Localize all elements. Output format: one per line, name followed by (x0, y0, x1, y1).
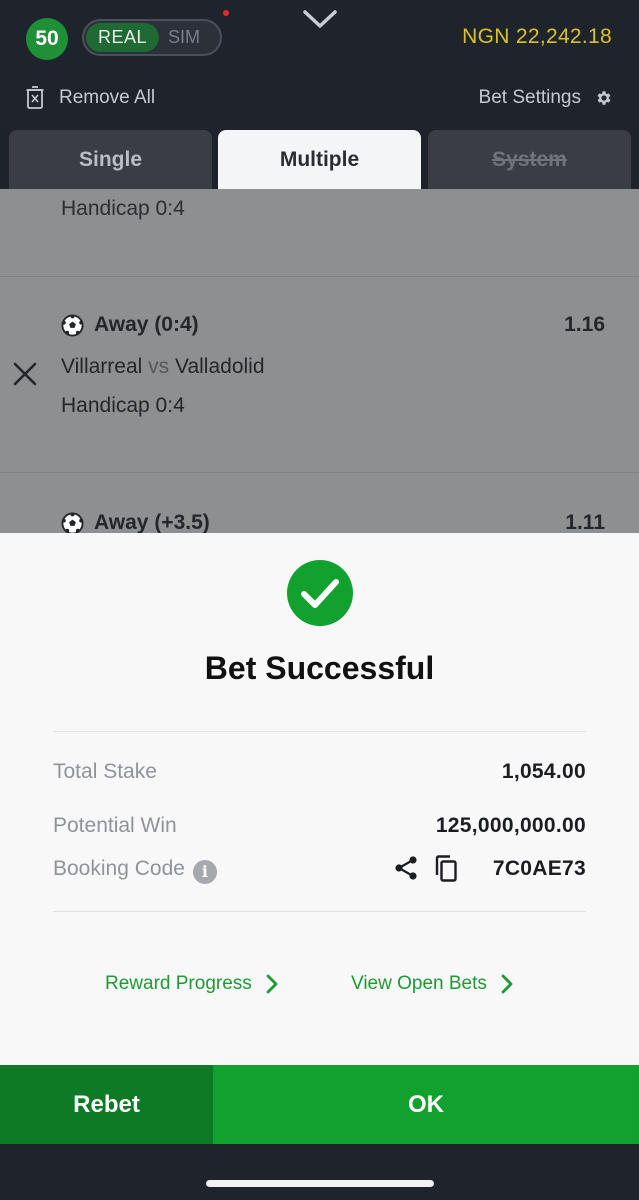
view-open-bets-label: View Open Bets (351, 973, 487, 994)
bet-odds: 1.11 (565, 511, 605, 533)
divider (0, 472, 639, 473)
trash-icon (26, 86, 44, 109)
tab-system: System (428, 130, 631, 189)
divider (0, 276, 639, 277)
reward-progress-label: Reward Progress (105, 973, 252, 994)
booking-code-value[interactable]: 7C0AE73 (493, 857, 586, 881)
chevron-right-icon (501, 974, 513, 994)
ok-button[interactable]: OK (213, 1065, 639, 1144)
bet-list: Handicap 0:4 Away (0:4) 1.16 Villarreal … (0, 189, 639, 533)
success-check-icon (287, 560, 353, 626)
bet-count-badge[interactable]: 50 (26, 18, 68, 60)
tab-single[interactable]: Single (9, 130, 212, 189)
total-stake-label: Total Stake (53, 760, 157, 783)
bet-success-modal: Bet Successful Total Stake 1,054.00 Pote… (0, 533, 639, 1065)
account-balance: NGN 22,242.18 (462, 25, 612, 48)
away-team: Valladolid (175, 355, 265, 378)
divider (53, 731, 586, 732)
divider (53, 911, 586, 912)
bet-handicap: Handicap 0:4 (61, 197, 185, 220)
bottom-bar (0, 1144, 639, 1200)
bet-odds: 1.16 (564, 313, 605, 336)
real-mode-option[interactable]: REAL (86, 23, 159, 52)
info-icon[interactable]: i (192, 860, 217, 884)
gear-icon (597, 91, 611, 105)
chevron-right-icon (266, 974, 278, 994)
bet-settings-button[interactable]: Bet Settings (479, 85, 613, 111)
bet-teams: Villarreal vs Valladolid (61, 355, 265, 379)
modal-title: Bet Successful (204, 650, 435, 686)
versus-label: vs (148, 355, 170, 378)
bet-market-label: Away (+3.5) (94, 511, 210, 533)
booking-code-label: Booking Code (53, 857, 185, 880)
real-sim-toggle[interactable]: REAL SIM (82, 19, 222, 56)
home-indicator[interactable] (206, 1180, 434, 1187)
sim-mode-option[interactable]: SIM (168, 21, 200, 54)
bet-market-label: Away (0:4) (94, 313, 199, 336)
share-icon[interactable] (393, 855, 419, 881)
soccer-ball-icon (61, 511, 84, 533)
soccer-ball-icon (61, 313, 84, 337)
rebet-button[interactable]: Rebet (0, 1065, 213, 1144)
potential-win-value: 125,000,000.00 (435, 814, 586, 837)
remove-all-label: Remove All (59, 87, 156, 108)
notification-dot (223, 10, 229, 16)
view-open-bets-link[interactable]: View Open Bets (351, 973, 513, 995)
bet-settings-label: Bet Settings (478, 87, 581, 108)
chevron-down-icon[interactable] (301, 6, 339, 32)
bet-market: Away (0:4) (61, 313, 199, 337)
booking-code-row: Booking Code i (53, 857, 217, 884)
total-stake-value: 1,054.00 (501, 760, 586, 783)
reward-progress-link[interactable]: Reward Progress (105, 973, 278, 995)
bet-market: Away (+3.5) (61, 511, 210, 533)
copy-icon[interactable] (433, 855, 459, 883)
home-team: Villarreal (61, 355, 143, 378)
bet-handicap: Handicap 0:4 (61, 394, 185, 417)
close-icon[interactable] (12, 361, 38, 387)
potential-win-label: Potential Win (53, 814, 177, 837)
tab-multiple[interactable]: Multiple (218, 130, 421, 189)
top-bar: 50 REAL SIM NGN 22,242.18 Remove All Bet… (0, 0, 639, 130)
remove-all-button[interactable]: Remove All (26, 85, 155, 111)
